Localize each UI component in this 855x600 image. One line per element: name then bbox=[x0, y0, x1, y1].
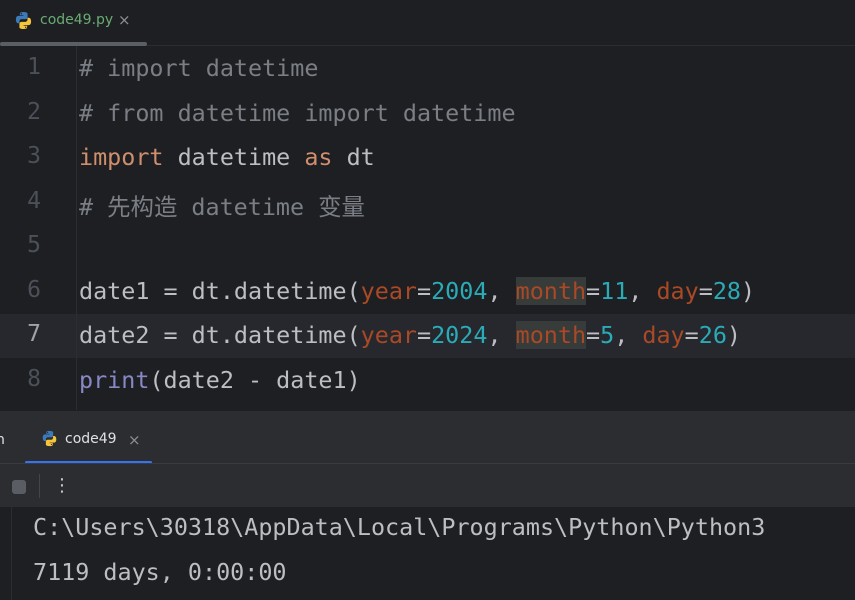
more-vertical-icon[interactable]: ⋮ bbox=[53, 474, 71, 498]
line-number: 2 bbox=[27, 99, 41, 125]
code-token: import bbox=[79, 143, 164, 171]
line-number: 5 bbox=[27, 232, 41, 258]
code-token: = bbox=[417, 321, 432, 349]
line-number: 4 bbox=[27, 188, 41, 214]
code-line[interactable]: 8 print(date2 - date1) bbox=[0, 359, 855, 403]
code-token: ) bbox=[726, 321, 741, 349]
run-panel-title: n bbox=[0, 432, 5, 448]
code-token: , bbox=[487, 277, 516, 305]
code-token: month bbox=[515, 277, 587, 305]
run-tab-code49[interactable]: code49 × bbox=[25, 411, 153, 464]
code-token: as bbox=[304, 143, 333, 171]
code-token: 5 bbox=[600, 321, 615, 349]
code-line[interactable]: 5 bbox=[0, 225, 855, 269]
run-tab-label: code49 bbox=[65, 431, 117, 447]
console-gutter bbox=[11, 507, 12, 600]
run-panel-header: n code49 × bbox=[0, 410, 855, 464]
line-number: 1 bbox=[27, 54, 41, 80]
code-token: , bbox=[614, 321, 643, 349]
stop-icon[interactable] bbox=[12, 480, 26, 494]
code-line[interactable]: 3 import datetime as dt bbox=[0, 136, 855, 180]
code-token: = bbox=[586, 277, 601, 305]
close-icon[interactable]: × bbox=[118, 11, 131, 29]
code-line[interactable]: 6 date1 = dt.datetime(year=2004, month=11… bbox=[0, 270, 855, 314]
line-number: 6 bbox=[27, 277, 41, 303]
code-token: year bbox=[360, 277, 417, 305]
python-file-icon bbox=[15, 11, 32, 30]
code-token: dt bbox=[332, 143, 375, 171]
code-text: # 先构造 datetime 变量 bbox=[79, 188, 365, 222]
console-line: 7119 days, 0:00:00 bbox=[33, 558, 287, 586]
editor-tab-label: code49.py bbox=[40, 12, 114, 28]
code-text: print(date2 - date1) bbox=[79, 366, 361, 394]
line-number: 8 bbox=[27, 366, 41, 392]
code-line[interactable]: 4 # 先构造 datetime 变量 bbox=[0, 181, 855, 225]
code-token: , bbox=[487, 321, 516, 349]
line-number: 3 bbox=[27, 143, 41, 169]
code-token: year bbox=[360, 321, 417, 349]
code-token: 28 bbox=[712, 277, 741, 305]
code-token: date1 = dt.datetime( bbox=[79, 277, 361, 305]
code-token: 2024 bbox=[431, 321, 488, 349]
gutter-divider bbox=[76, 46, 77, 410]
code-token: , bbox=[628, 277, 657, 305]
code-token: datetime bbox=[163, 143, 305, 171]
code-token: = bbox=[417, 277, 432, 305]
run-toolbar: ⋮ bbox=[0, 463, 855, 508]
code-token: = bbox=[698, 277, 713, 305]
code-token: date2 = dt.datetime( bbox=[79, 321, 361, 349]
code-token: = bbox=[684, 321, 699, 349]
line-number: 7 bbox=[27, 321, 41, 347]
code-text: date2 = dt.datetime(year=2024, month=5, … bbox=[79, 321, 741, 349]
code-token: day bbox=[656, 277, 699, 305]
code-line[interactable]: 1 # import datetime bbox=[0, 47, 855, 91]
code-token: 2004 bbox=[431, 277, 488, 305]
code-token: (date2 - date1) bbox=[149, 366, 361, 394]
code-token: ) bbox=[740, 277, 756, 305]
code-token: # from datetime import datetime bbox=[79, 99, 516, 127]
code-token: print bbox=[79, 366, 150, 394]
code-text: # from datetime import datetime bbox=[79, 99, 516, 127]
code-token: month bbox=[515, 321, 587, 349]
code-text: import datetime as dt bbox=[79, 143, 375, 171]
code-editor[interactable]: 1 # import datetime 2 # from datetime impor… bbox=[0, 46, 855, 410]
editor-tab-bar: code49.py × bbox=[0, 0, 855, 46]
python-icon bbox=[42, 430, 57, 447]
console-output[interactable]: C:\Users\30318\AppData\Local\Programs\Py… bbox=[0, 507, 855, 600]
code-line[interactable]: 7 date2 = dt.datetime(year=2024, month=5,… bbox=[0, 314, 855, 358]
code-line[interactable]: 2 # from datetime import datetime bbox=[0, 92, 855, 136]
code-token: # 先构造 datetime 变量 bbox=[79, 193, 365, 221]
toolbar-separator bbox=[39, 474, 40, 498]
console-line: C:\Users\30318\AppData\Local\Programs\Py… bbox=[33, 513, 766, 541]
code-text: # import datetime bbox=[79, 54, 318, 82]
code-token: 11 bbox=[600, 277, 629, 305]
ide-window: code49.py × 1 # import datetime 2 # from da… bbox=[0, 0, 855, 600]
code-token: day bbox=[642, 321, 685, 349]
code-text: date1 = dt.datetime(year=2004, month=11,… bbox=[79, 277, 755, 305]
editor-tab-code49-py[interactable]: code49.py × bbox=[0, 0, 148, 46]
code-token: # import datetime bbox=[79, 54, 319, 82]
code-token: 26 bbox=[698, 321, 727, 349]
close-icon[interactable]: × bbox=[128, 431, 141, 449]
code-token: = bbox=[586, 321, 601, 349]
